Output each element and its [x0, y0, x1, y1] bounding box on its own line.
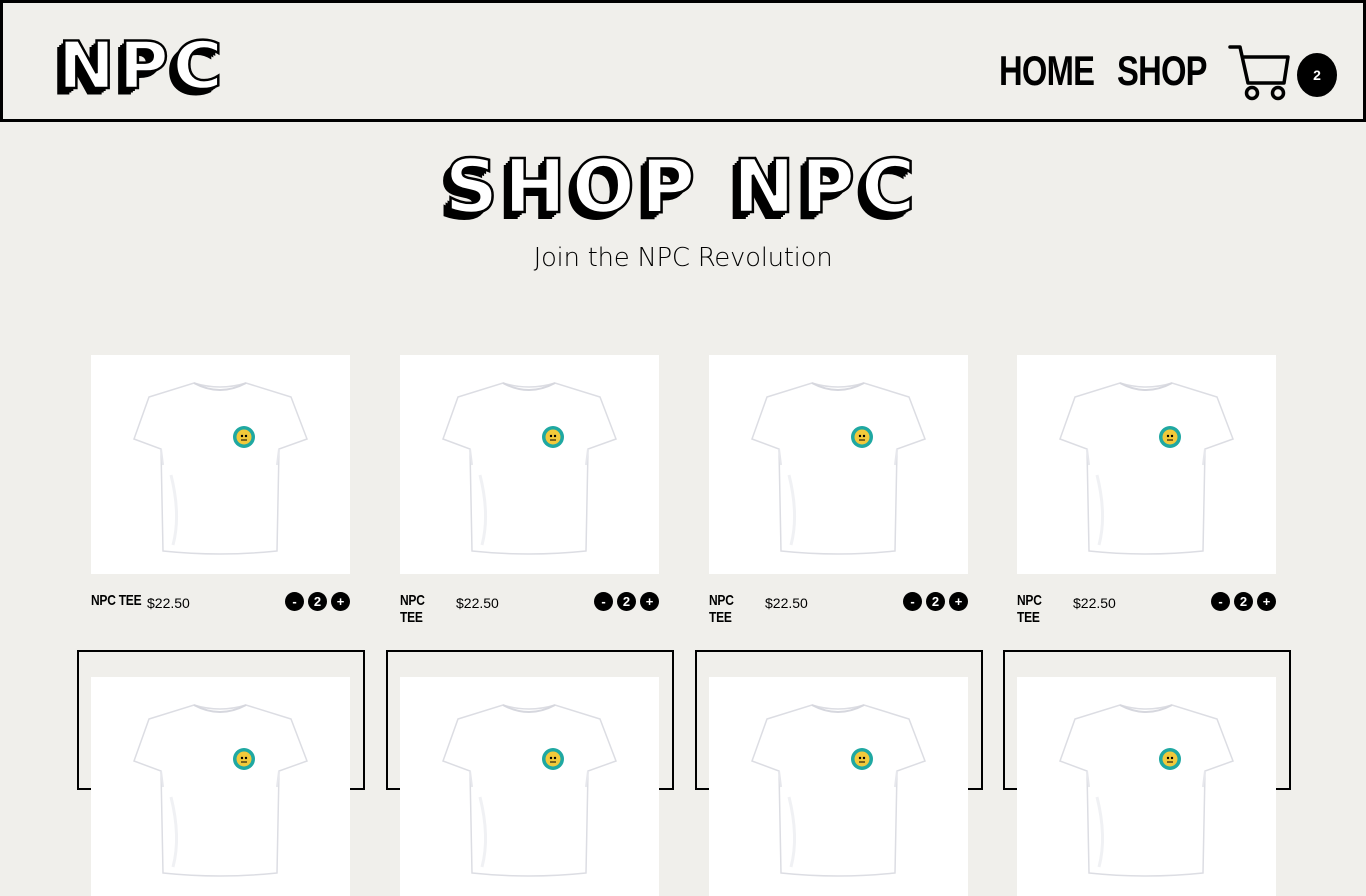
decrease-qty-button[interactable]: - [903, 592, 922, 611]
product-name: NPC TEE [709, 592, 734, 626]
cart-icon[interactable] [1228, 43, 1290, 103]
increase-qty-button[interactable]: + [1257, 592, 1276, 611]
quantity-stepper[interactable]: -2 + [903, 592, 968, 611]
product-card[interactable] [386, 650, 674, 896]
product-image[interactable] [1017, 355, 1276, 574]
quantity-value: 2 [617, 592, 636, 611]
product-card[interactable] [77, 650, 365, 896]
page-title: SHOP NPC [443, 144, 922, 230]
decrease-qty-button[interactable]: - [594, 592, 613, 611]
product-price: $22.50 [147, 595, 190, 611]
cart-count-badge[interactable]: 2 [1297, 53, 1337, 97]
quantity-stepper[interactable]: -2 + [1211, 592, 1276, 611]
nav-shop-link[interactable]: SHOP [1117, 47, 1208, 95]
product-name: NPC TEE [400, 592, 425, 626]
logo[interactable]: NPC [57, 33, 227, 100]
product-card[interactable] [695, 650, 983, 896]
quantity-value: 2 [926, 592, 945, 611]
product-image[interactable] [709, 677, 968, 896]
quantity-value: 2 [308, 592, 327, 611]
product-image[interactable] [91, 677, 350, 896]
increase-qty-button[interactable]: + [640, 592, 659, 611]
page-subtitle: Join the NPC Revolution [533, 243, 833, 273]
product-price: $22.50 [456, 595, 499, 611]
product-price: $22.50 [765, 595, 808, 611]
product-image[interactable] [709, 355, 968, 574]
decrease-qty-button[interactable]: - [1211, 592, 1230, 611]
increase-qty-button[interactable]: + [331, 592, 350, 611]
nav-home-link[interactable]: HOME [999, 47, 1095, 95]
quantity-stepper[interactable]: -2 + [285, 592, 350, 611]
product-image[interactable] [400, 355, 659, 574]
site-header: NPC HOME SHOP 2 [0, 0, 1366, 122]
product-image[interactable] [400, 677, 659, 896]
decrease-qty-button[interactable]: - [285, 592, 304, 611]
product-name: NPC TEE [91, 592, 142, 609]
increase-qty-button[interactable]: + [949, 592, 968, 611]
product-card[interactable] [1003, 650, 1291, 896]
quantity-stepper[interactable]: -2 + [594, 592, 659, 611]
product-image[interactable] [1017, 677, 1276, 896]
product-image[interactable] [91, 355, 350, 574]
product-name: NPC TEE [1017, 592, 1042, 626]
product-price: $22.50 [1073, 595, 1116, 611]
quantity-value: 2 [1234, 592, 1253, 611]
